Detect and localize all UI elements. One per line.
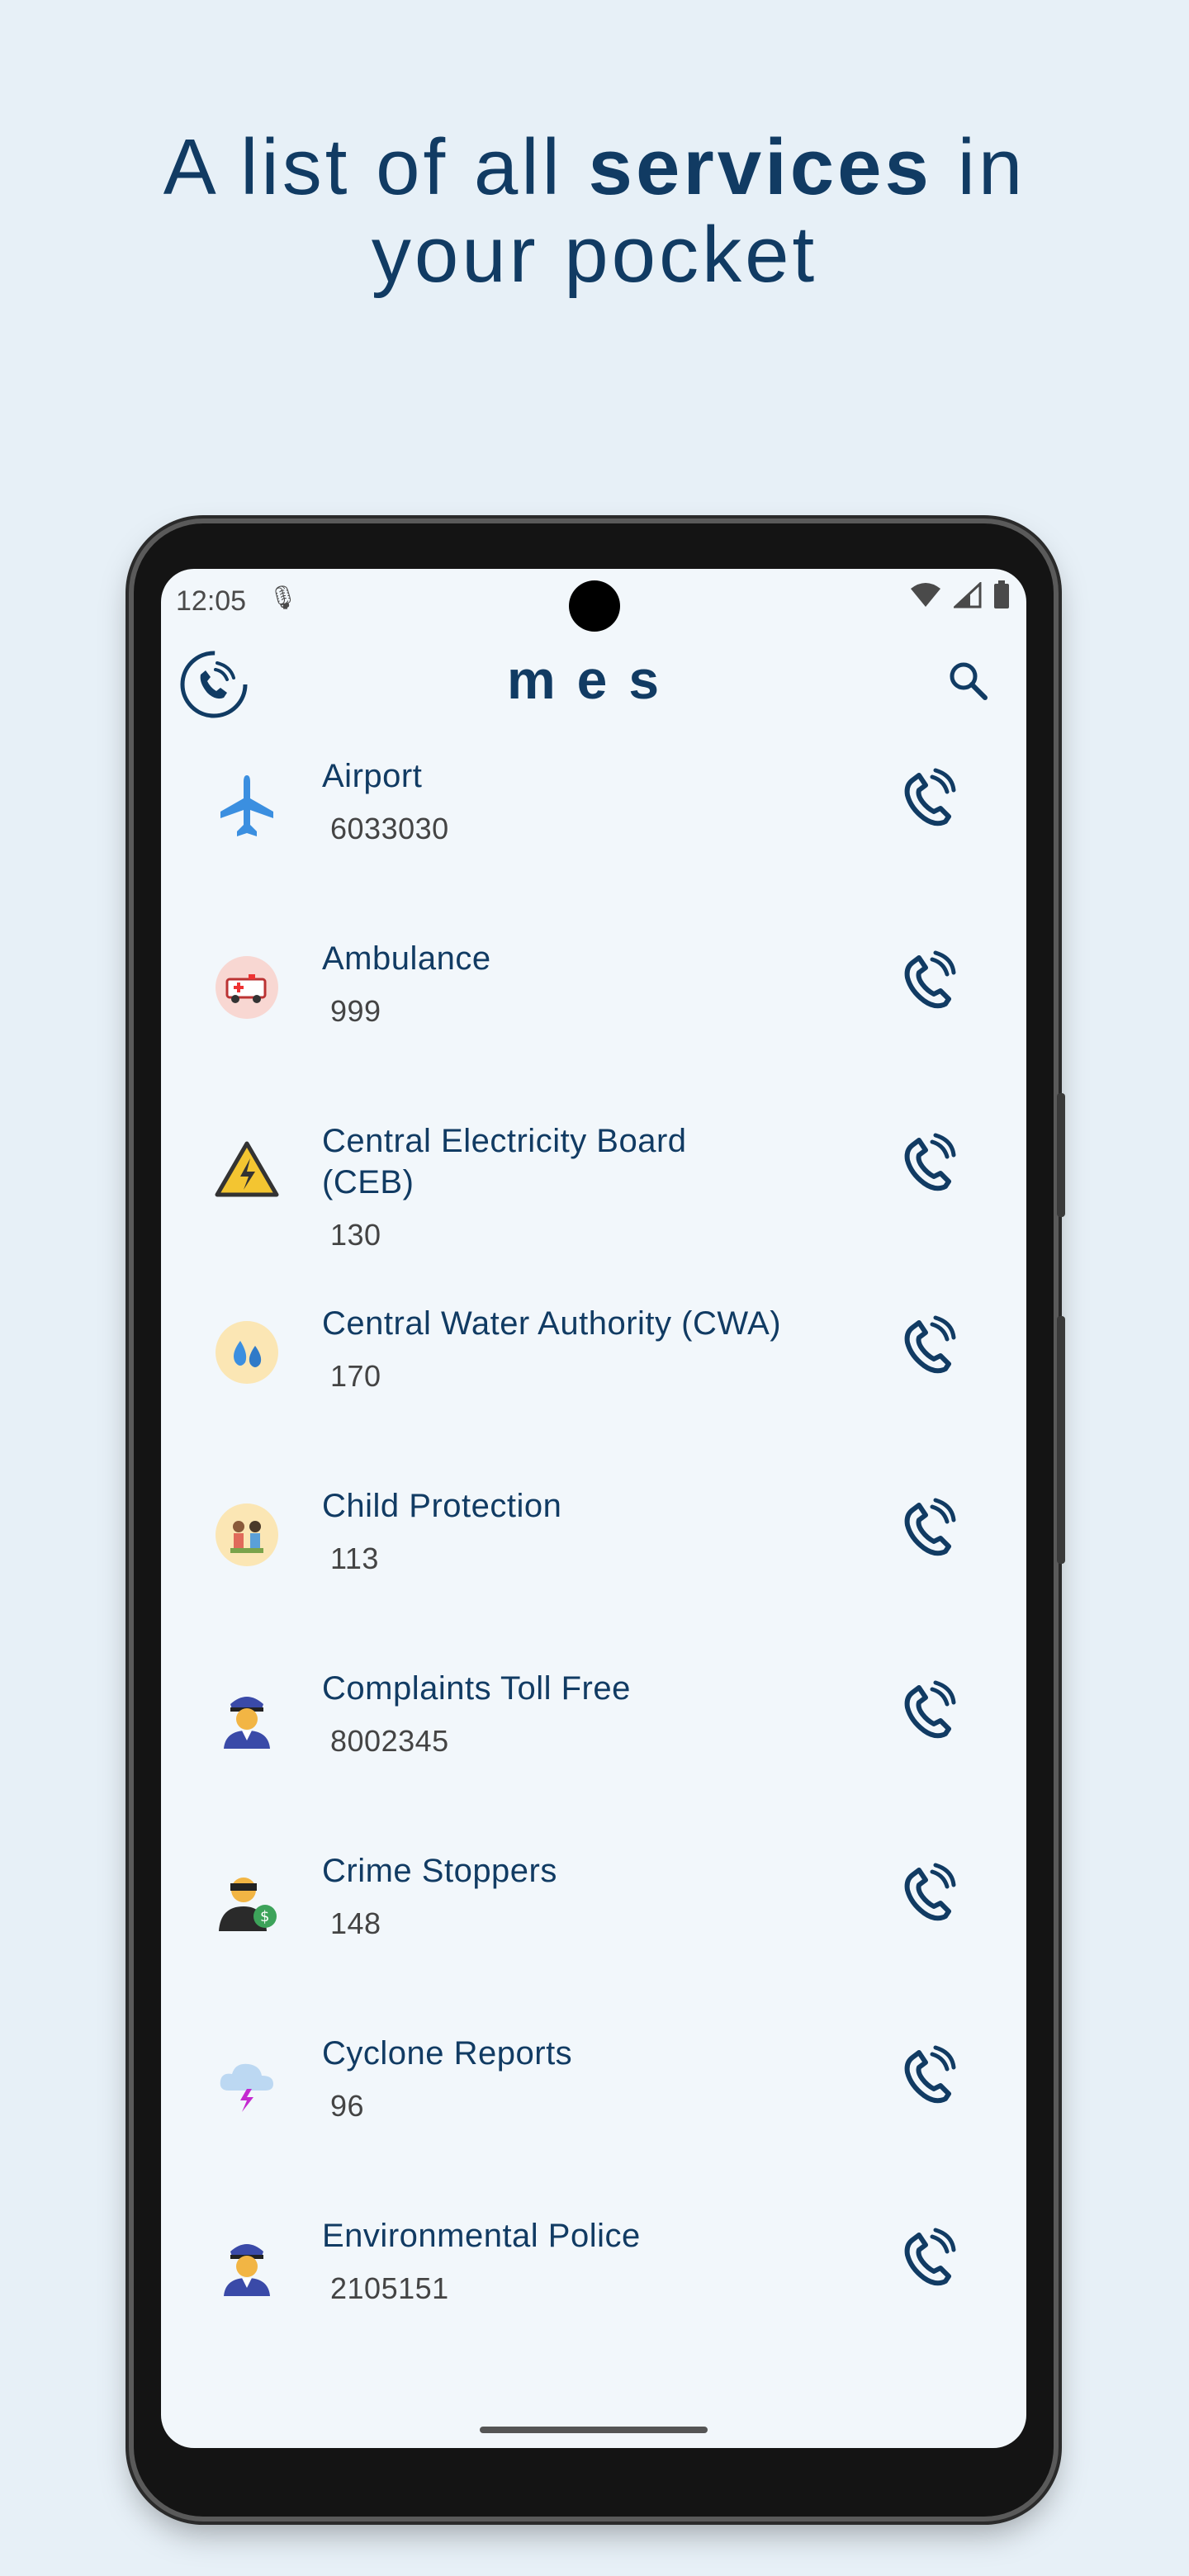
service-item[interactable]: $ Crime Stoppers 148 xyxy=(161,1850,1026,2033)
home-indicator[interactable] xyxy=(480,2427,708,2433)
call-phone-icon[interactable] xyxy=(894,2227,957,2290)
service-name: Ambulance 999 xyxy=(322,938,784,1032)
service-name: Child Protection 113 xyxy=(322,1485,784,1579)
call-phone-icon[interactable] xyxy=(894,1497,957,1560)
service-number: 170 xyxy=(330,1359,381,1393)
status-time: 12:05 xyxy=(176,585,247,617)
service-item[interactable]: Cyclone Reports 96 xyxy=(161,2033,1026,2215)
volume-button xyxy=(1057,1093,1065,1217)
ambulance-icon xyxy=(216,956,278,1019)
police-officer-icon xyxy=(224,1697,270,1749)
call-phone-icon[interactable] xyxy=(894,2044,957,2107)
battery-icon xyxy=(994,580,1009,608)
call-phone-icon[interactable] xyxy=(894,1132,957,1195)
thief-icon: $ xyxy=(219,1878,277,1931)
service-number: 999 xyxy=(330,994,381,1028)
service-number: 8002345 xyxy=(330,1724,449,1758)
phone-screen: 12:05 🎙 mes Airport 6033030 Ambulance 999 Ce… xyxy=(161,569,1026,2448)
call-phone-icon[interactable] xyxy=(894,767,957,830)
service-number: 6033030 xyxy=(330,812,449,845)
water-drops-icon xyxy=(216,1321,278,1384)
service-name: Airport 6033030 xyxy=(322,755,784,850)
front-camera xyxy=(569,580,620,632)
service-item[interactable]: Ambulance 999 xyxy=(161,938,1026,1120)
wifi-icon xyxy=(911,583,940,607)
call-phone-icon[interactable] xyxy=(894,949,957,1012)
service-number: 148 xyxy=(330,1906,381,1940)
power-button xyxy=(1057,1316,1065,1564)
service-number: 130 xyxy=(330,1218,381,1252)
app-title: mes xyxy=(506,649,681,710)
children-icon xyxy=(216,1503,278,1566)
call-phone-icon[interactable] xyxy=(894,1862,957,1925)
service-number: 2105151 xyxy=(330,2271,449,2305)
service-item[interactable]: Central Electricity Board (CEB) 130 xyxy=(161,1120,1026,1303)
service-name: Cyclone Reports 96 xyxy=(322,2033,784,2127)
service-item[interactable]: Airport 6033030 xyxy=(161,755,1026,938)
police-officer-icon xyxy=(224,2244,270,2296)
service-item[interactable]: Complaints Toll Free 8002345 xyxy=(161,1668,1026,1850)
service-name: Environmental Police 2105151 xyxy=(322,2215,784,2309)
service-item[interactable]: Child Protection 113 xyxy=(161,1485,1026,1668)
service-name: Central Electricity Board (CEB) 130 xyxy=(322,1120,784,1256)
headline-emphasis: services xyxy=(588,123,932,211)
electricity-warning-icon xyxy=(215,1141,279,1197)
search-icon[interactable] xyxy=(945,658,992,704)
headline-line-1: A list of all services in xyxy=(163,123,1026,211)
storm-cloud-icon xyxy=(220,2063,273,2112)
airplane-icon xyxy=(220,775,273,836)
service-name: Central Water Authority (CWA) 170 xyxy=(322,1303,784,1397)
service-number: 113 xyxy=(330,1541,379,1575)
signal-icon xyxy=(954,582,982,608)
headline-line-2: your pocket xyxy=(371,211,818,299)
call-phone-icon[interactable] xyxy=(894,1679,957,1742)
phone-frame: 12:05 🎙 mes Airport 6033030 Ambulance 999 Ce… xyxy=(134,523,1065,2517)
mic-icon: 🎙 xyxy=(268,585,298,610)
service-item[interactable]: Central Water Authority (CWA) 170 xyxy=(161,1303,1026,1485)
service-name: Complaints Toll Free 8002345 xyxy=(322,1668,784,1762)
headline: A list of all services in your pocket xyxy=(0,124,1189,299)
service-number: 96 xyxy=(330,2089,365,2123)
service-list: Airport 6033030 Ambulance 999 Central Electr… xyxy=(161,755,1026,2398)
service-item[interactable]: Environmental Police 2105151 xyxy=(161,2215,1026,2398)
call-phone-icon[interactable] xyxy=(894,1314,957,1377)
service-name: Crime Stoppers 148 xyxy=(322,1850,784,1944)
svg-text:$: $ xyxy=(260,1908,269,1925)
app-bar: mes xyxy=(161,632,1026,729)
